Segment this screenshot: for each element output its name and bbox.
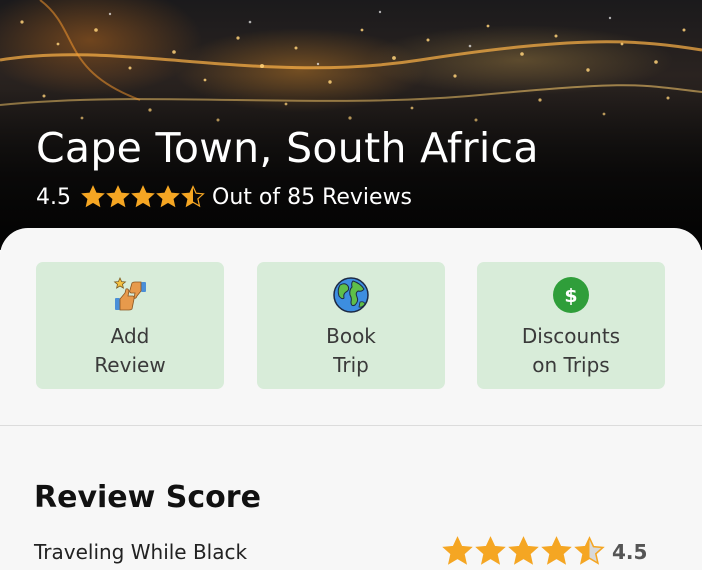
score-value: 4.5 — [612, 540, 648, 564]
score-stars — [442, 536, 607, 567]
star-full-icon — [131, 185, 155, 208]
score-row: Traveling While Black 4.5 — [34, 536, 666, 570]
rating-stars — [81, 185, 206, 209]
score-category-label: Traveling While Black — [34, 540, 248, 564]
action-buttons: Add Review Book Trip $ Discounts on Trip… — [36, 262, 666, 390]
star-full-icon — [475, 536, 506, 565]
city-title: Cape Town, South Africa — [36, 124, 539, 172]
section-divider — [0, 425, 702, 426]
book-trip-button[interactable]: Book Trip — [257, 262, 445, 389]
discounts-label: Discounts on Trips — [521, 324, 621, 377]
star-full-icon — [541, 536, 572, 565]
discounts-button[interactable]: $ Discounts on Trips — [477, 262, 665, 389]
star-full-icon — [508, 536, 539, 565]
svg-text:$: $ — [564, 285, 577, 307]
dollar-coin-icon: $ — [553, 277, 589, 313]
hero-image: Cape Town, South Africa 4.5 Out of 85 Re… — [0, 0, 702, 250]
star-half-icon — [574, 536, 605, 565]
globe-icon — [333, 277, 369, 313]
add-review-label: Add Review — [94, 324, 166, 377]
reviews-count: Out of 85 Reviews — [212, 184, 413, 210]
book-trip-label: Book Trip — [326, 324, 376, 377]
thumbs-review-icon — [113, 277, 146, 311]
add-review-button[interactable]: Add Review — [36, 262, 224, 389]
star-full-icon — [106, 185, 130, 208]
content-sheet: Add Review Book Trip $ Discounts on Trip… — [0, 228, 702, 570]
review-score-title: Review Score — [34, 480, 261, 515]
rating-summary: 4.5 Out of 85 Reviews — [36, 182, 412, 212]
star-half-icon — [181, 185, 205, 208]
star-full-icon — [81, 185, 105, 208]
rating-value: 4.5 — [36, 184, 71, 210]
star-full-icon — [442, 536, 473, 565]
star-full-icon — [156, 185, 180, 208]
